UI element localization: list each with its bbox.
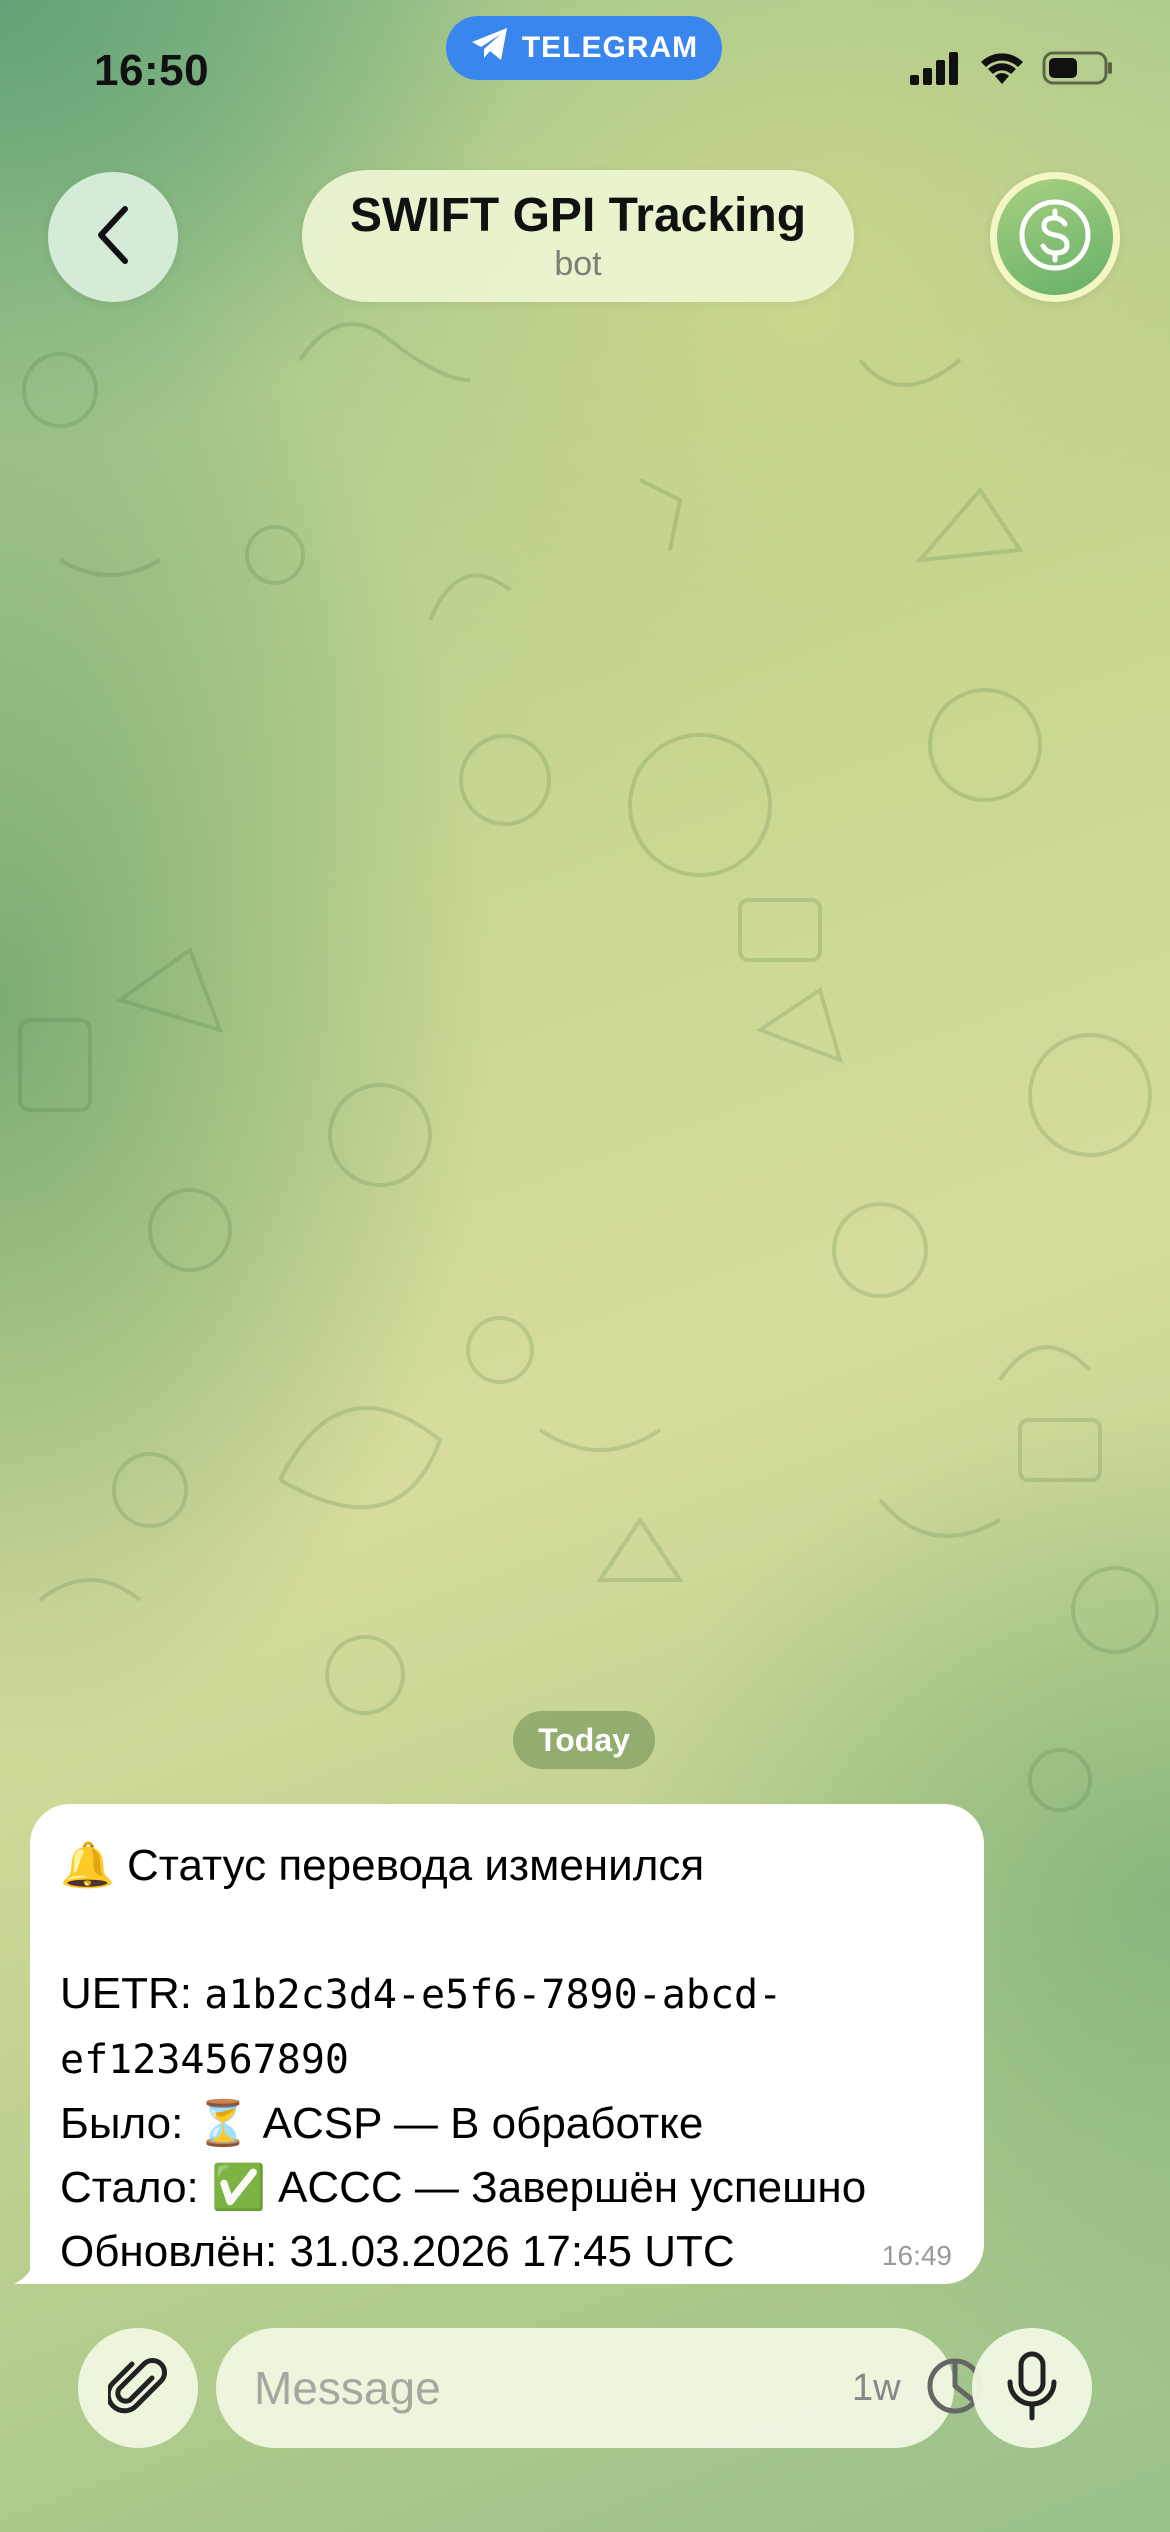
message-bubble[interactable]: 🔔 Статус перевода изменился UETR: a1b2c3… bbox=[30, 1804, 984, 2284]
status-icons bbox=[910, 50, 1114, 91]
dollar-icon bbox=[1017, 197, 1093, 278]
message-input[interactable] bbox=[254, 2361, 852, 2415]
paperclip-icon bbox=[105, 2354, 168, 2423]
new-status-line: Стало: ✅ ACCC — Завершён успешно bbox=[60, 2156, 954, 2220]
previous-status-line: Было: ⏳ ACSP — В обработке bbox=[60, 2092, 954, 2156]
chat-title: SWIFT GPI Tracking bbox=[349, 189, 807, 242]
new-status-value: ACCC — Завершён успешно bbox=[265, 2163, 867, 2212]
uetr-line-cont: ef1234567890 bbox=[60, 2027, 954, 2092]
uetr-value-part2[interactable]: ef1234567890 bbox=[60, 2037, 349, 2083]
battery-icon bbox=[1042, 50, 1114, 91]
previous-status-value: ACSP — В обработке bbox=[250, 2099, 704, 2148]
message-input-bar: 1w bbox=[216, 2328, 983, 2448]
telegram-plane-icon bbox=[470, 26, 510, 70]
check-mark-icon: ✅ bbox=[211, 2163, 266, 2212]
signal-icon bbox=[910, 51, 962, 90]
bot-avatar[interactable] bbox=[990, 172, 1120, 302]
status-time: 16:50 bbox=[94, 46, 210, 95]
uetr-value-part1[interactable]: a1b2c3d4-e5f6-7890-abcd- bbox=[204, 1972, 782, 2018]
previous-status-label: Было: bbox=[60, 2099, 196, 2148]
new-status-label: Стало: bbox=[60, 2163, 211, 2212]
wifi-icon bbox=[978, 50, 1026, 91]
back-chevron-icon bbox=[93, 203, 133, 272]
bell-icon: 🔔 bbox=[60, 1841, 115, 1890]
back-button[interactable] bbox=[48, 172, 178, 302]
telegram-pill-label: TELEGRAM bbox=[521, 31, 699, 64]
uetr-label: UETR: bbox=[60, 1969, 205, 2018]
chat-title-pill[interactable]: SWIFT GPI Tracking bot bbox=[302, 170, 854, 302]
uetr-line: UETR: a1b2c3d4-e5f6-7890-abcd- bbox=[60, 1962, 954, 2027]
telegram-return-pill[interactable]: TELEGRAM bbox=[446, 16, 722, 80]
message-heading: Статус перевода изменился bbox=[127, 1841, 705, 1890]
auto-delete-timer[interactable]: 1w bbox=[852, 2367, 901, 2410]
hourglass-icon: ⏳ bbox=[195, 2099, 251, 2148]
voice-message-button[interactable] bbox=[972, 2328, 1092, 2448]
message-time: 16:49 bbox=[881, 2240, 952, 2271]
message-heading-line: 🔔 Статус перевода изменился bbox=[60, 1834, 954, 1898]
microphone-icon bbox=[1004, 2350, 1060, 2427]
attach-button[interactable] bbox=[78, 2328, 198, 2448]
date-separator: Today bbox=[513, 1711, 655, 1769]
chat-subtitle: bot bbox=[554, 245, 602, 283]
updated-line: Обновлён: 31.03.2026 17:45 UTC bbox=[60, 2227, 735, 2276]
